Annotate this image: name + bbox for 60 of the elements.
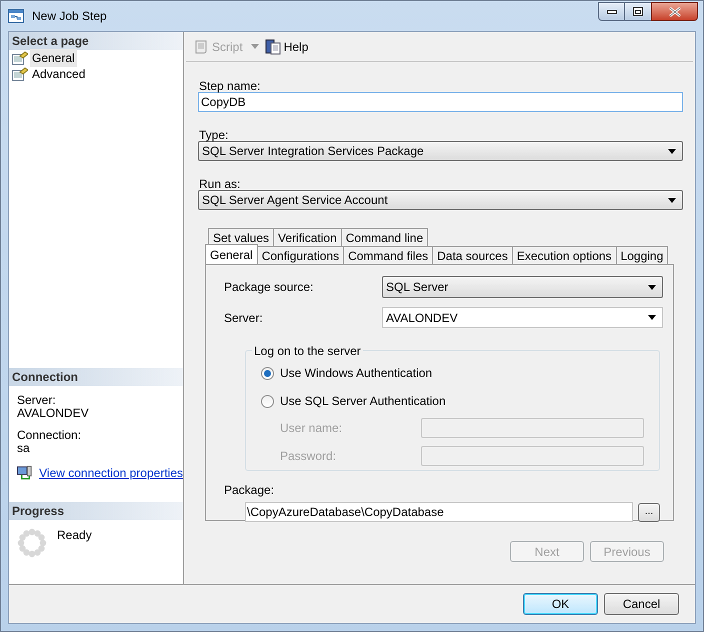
- field-label: Type:: [198, 127, 230, 141]
- minimize-button[interactable]: [598, 2, 625, 21]
- field-label: Server:: [224, 310, 264, 326]
- radio-button[interactable]: [261, 366, 274, 380]
- package-source-dropdown[interactable]: SQL Server: [382, 276, 663, 298]
- section-header: Progress: [9, 502, 183, 520]
- caret-icon: [648, 315, 656, 320]
- tab[interactable]: Command line: [340, 228, 428, 246]
- caret-icon: [668, 148, 676, 154]
- field-label: Password:: [280, 448, 338, 465]
- page-item[interactable]: Advanced: [30, 65, 88, 83]
- maximize-button[interactable]: [625, 2, 651, 21]
- radio-label[interactable]: Use Windows Authentication: [280, 364, 432, 382]
- caret-icon: [250, 44, 259, 49]
- run-as-dropdown[interactable]: SQL Server Agent Service Account: [198, 190, 683, 210]
- page-icon: [12, 51, 28, 65]
- field-label: Connection:: [17, 429, 82, 442]
- dialog-button[interactable]: Cancel: [604, 593, 679, 615]
- field-label: Package:: [224, 482, 276, 496]
- toolbar-button[interactable]: Help: [264, 38, 308, 56]
- field-label: Step name:: [198, 78, 262, 92]
- browse-button[interactable]: ...: [638, 502, 660, 522]
- page-icon: [12, 67, 28, 81]
- type-dropdown[interactable]: SQL Server Integration Services Package: [198, 141, 683, 161]
- tab[interactable]: General: [205, 244, 258, 264]
- app-icon: [8, 8, 24, 24]
- field-value: AVALONDEV: [17, 407, 90, 420]
- tab[interactable]: Execution options: [512, 246, 617, 264]
- close-icon: [668, 6, 680, 16]
- progress-status: Ready: [57, 527, 92, 544]
- maximize-icon: [633, 7, 643, 16]
- window-title: New Job Step: [32, 8, 107, 25]
- tab[interactable]: Logging: [616, 246, 668, 264]
- input-field[interactable]: [421, 418, 644, 438]
- section-header: Select a page: [9, 32, 183, 50]
- field-label: Run as:: [198, 176, 242, 190]
- caret-icon: [648, 284, 656, 290]
- field-label: User name:: [280, 420, 344, 437]
- tab[interactable]: Set values: [208, 228, 274, 246]
- scroll-icon: [193, 38, 209, 54]
- radio-label[interactable]: Use SQL Server Authentication: [280, 392, 446, 410]
- field-label: Server:: [17, 394, 57, 407]
- help-book-icon: [264, 38, 281, 54]
- caret-icon: [668, 198, 676, 202]
- spinner-icon: [17, 528, 47, 558]
- page-item[interactable]: General: [30, 49, 77, 67]
- minimize-icon: [606, 10, 616, 14]
- dialog-button[interactable]: OK: [523, 593, 598, 615]
- close-button[interactable]: [651, 2, 698, 21]
- input-field[interactable]: [421, 446, 644, 466]
- field-value: sa: [17, 442, 31, 455]
- network-computer-icon: [17, 465, 32, 481]
- connection-properties-link[interactable]: View connection properties: [39, 464, 183, 482]
- step-name-field[interactable]: CopyDB: [198, 92, 683, 112]
- section-header: Connection: [9, 368, 183, 386]
- field-label: Package source:: [224, 279, 314, 296]
- radio-button[interactable]: [261, 394, 274, 408]
- server-combobox[interactable]: AVALONDEV: [382, 307, 663, 328]
- tab[interactable]: Configurations: [256, 246, 344, 264]
- package-field[interactable]: \CopyAzureDatabase\CopyDatabase: [245, 502, 633, 522]
